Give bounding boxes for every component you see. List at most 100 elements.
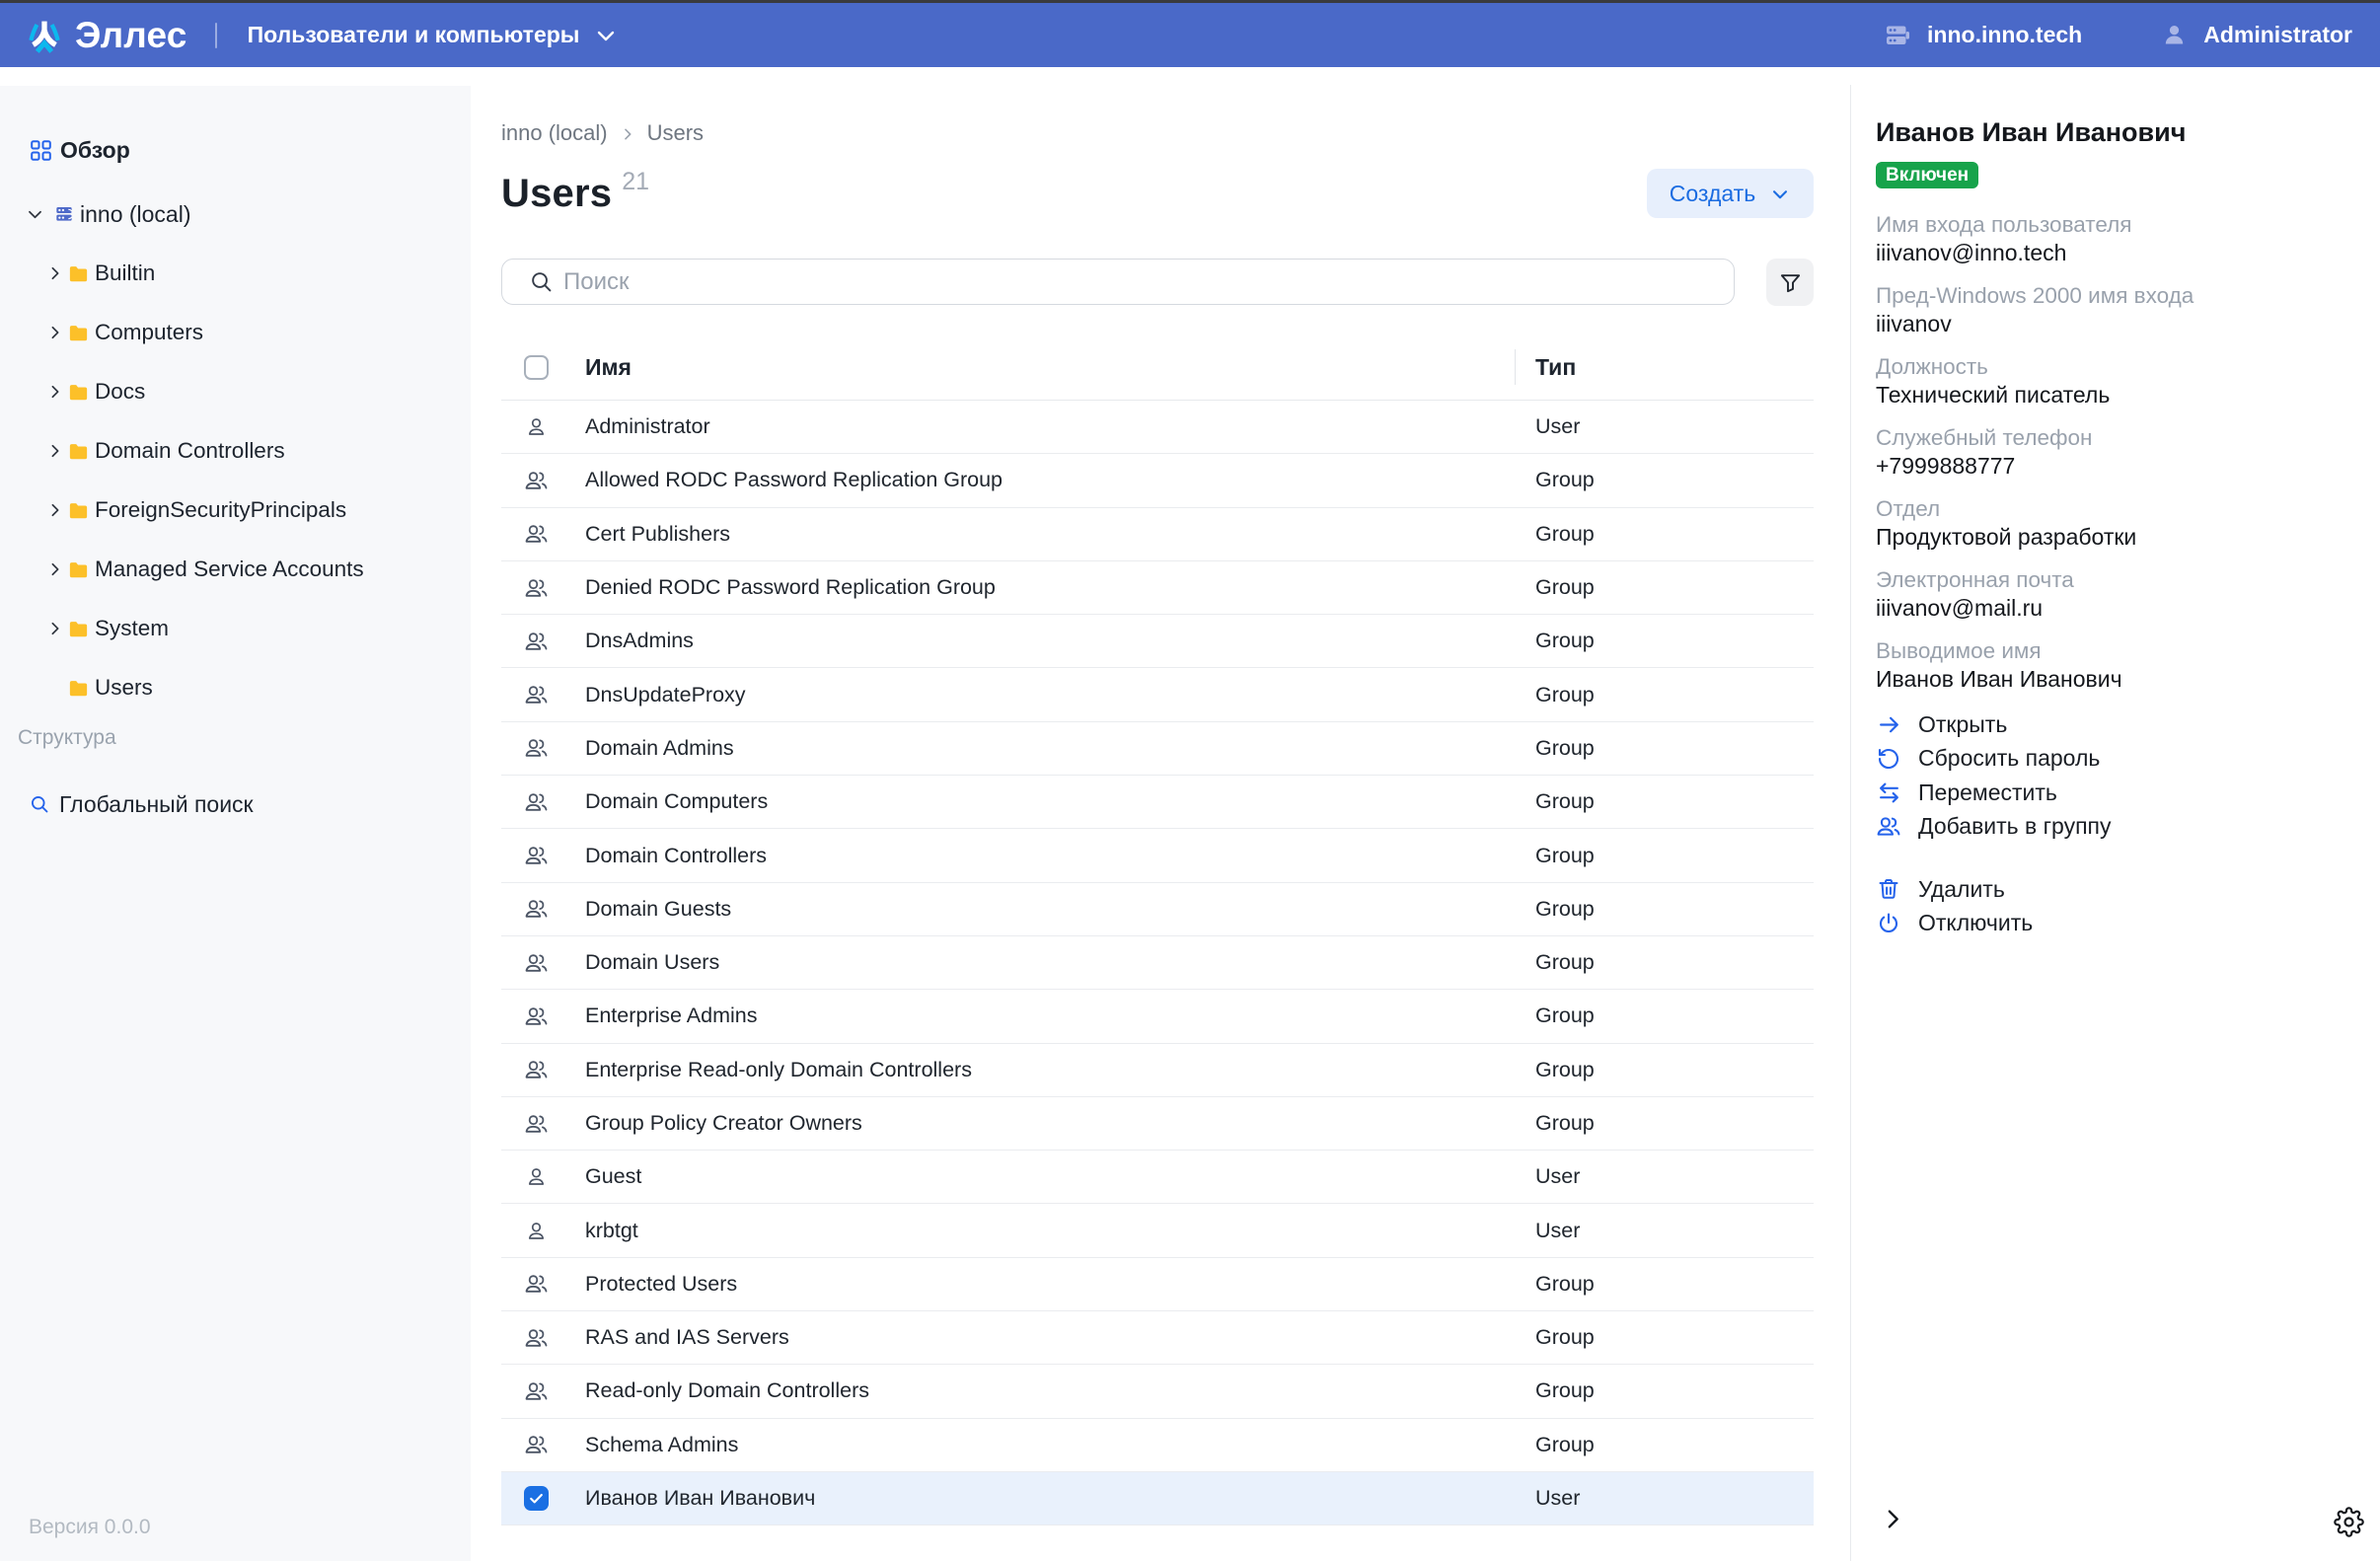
tree-item-builtin[interactable]: Builtin	[0, 252, 471, 295]
field-value: iiivanov	[1876, 310, 2360, 338]
table-row[interactable]: Domain GuestsGroup	[501, 883, 1814, 936]
action-label: Переместить	[1918, 780, 2057, 806]
select-all-checkbox[interactable]	[524, 355, 549, 380]
group-icon	[524, 1326, 549, 1350]
row-type: Group	[1515, 629, 1814, 653]
action-label: Открыть	[1918, 711, 2007, 738]
sidebar-item-global-search[interactable]: Глобальный поиск	[0, 782, 471, 826]
chevron-down-icon	[1769, 184, 1791, 205]
sidebar-item-overview[interactable]: Обзор	[0, 128, 471, 172]
table-row[interactable]: Иванов Иван ИвановичUser	[501, 1472, 1814, 1525]
table-row[interactable]: krbtgtUser	[501, 1204, 1814, 1257]
field-value: iiivanov@inno.tech	[1876, 239, 2360, 267]
create-button[interactable]: Создать	[1647, 169, 1814, 218]
domain-indicator[interactable]: inno.inno.tech	[1886, 22, 2082, 48]
structure-section-label: Структура	[0, 725, 471, 751]
row-name: DnsAdmins	[585, 629, 1515, 653]
tree-item-label: Docs	[95, 379, 145, 405]
chevron-right-icon[interactable]	[46, 560, 64, 578]
row-checkbox-checked[interactable]	[524, 1486, 549, 1511]
action-arrow-right[interactable]: Открыть	[1876, 707, 2360, 742]
tree-item-computers[interactable]: Computers	[0, 311, 471, 354]
field-value: Технический писатель	[1876, 381, 2360, 409]
action-power[interactable]: Отключить	[1876, 907, 2360, 941]
row-name: Domain Guests	[585, 897, 1515, 922]
row-name: Read-only Domain Controllers	[585, 1378, 1515, 1403]
group-icon	[524, 1379, 549, 1403]
row-name: Domain Admins	[585, 736, 1515, 761]
breadcrumb-current[interactable]: Users	[647, 120, 704, 146]
search-input[interactable]	[501, 259, 1735, 305]
tree-item-docs[interactable]: Docs	[0, 370, 471, 413]
table-row[interactable]: GuestUser	[501, 1151, 1814, 1204]
chevron-right-icon[interactable]	[46, 501, 64, 519]
chevron-right-icon[interactable]	[46, 442, 64, 460]
chevron-right-icon[interactable]	[46, 383, 64, 401]
tree-item-domain-controllers[interactable]: Domain Controllers	[0, 429, 471, 473]
tree-item-managed-service-accounts[interactable]: Managed Service Accounts	[0, 548, 471, 591]
group-icon	[524, 736, 549, 760]
group-icon	[524, 630, 549, 653]
version-label: Версия 0.0.0	[29, 1516, 151, 1539]
table-row[interactable]: Group Policy Creator OwnersGroup	[501, 1097, 1814, 1151]
search-icon	[530, 270, 553, 293]
trash-icon	[1876, 877, 1901, 901]
action-user-plus[interactable]: Добавить в группу	[1876, 810, 2360, 845]
tree-item-foreignsecurityprincipals[interactable]: ForeignSecurityPrincipals	[0, 488, 471, 532]
field-value: +7999888777	[1876, 452, 2360, 481]
action-trash[interactable]: Удалить	[1876, 872, 2360, 907]
column-header-type[interactable]: Тип	[1515, 354, 1814, 381]
settings-gear-icon[interactable]	[2334, 1507, 2364, 1537]
row-name: Enterprise Read-only Domain Controllers	[585, 1058, 1515, 1082]
user-menu[interactable]: Administrator	[2162, 22, 2352, 48]
table-row[interactable]: DnsAdminsGroup	[501, 615, 1814, 668]
table-row[interactable]: Read-only Domain ControllersGroup	[501, 1365, 1814, 1418]
row-name: Domain Computers	[585, 789, 1515, 814]
filter-button[interactable]	[1766, 259, 1814, 306]
table-row[interactable]: Enterprise Read-only Domain ControllersG…	[501, 1044, 1814, 1097]
chevron-right-icon[interactable]	[46, 324, 64, 341]
table-row[interactable]: AdministratorUser	[501, 401, 1814, 454]
field-label: Электронная почта	[1876, 565, 2360, 594]
row-type: Group	[1515, 789, 1814, 814]
table-row[interactable]: Denied RODC Password Replication GroupGr…	[501, 561, 1814, 615]
table-row[interactable]: Enterprise AdminsGroup	[501, 990, 1814, 1043]
tree-root-domain[interactable]: inno (local)	[0, 192, 471, 236]
tree-item-system[interactable]: System	[0, 607, 471, 650]
table-row[interactable]: Domain UsersGroup	[501, 936, 1814, 990]
table-row[interactable]: DnsUpdateProxyGroup	[501, 668, 1814, 721]
field-label: Отдел	[1876, 494, 2360, 523]
details-field: Выводимое имяИванов Иван Иванович	[1876, 636, 2360, 694]
table-row[interactable]: Schema AdminsGroup	[501, 1419, 1814, 1472]
row-type: Group	[1515, 522, 1814, 547]
table-row[interactable]: Cert PublishersGroup	[501, 508, 1814, 561]
chevron-right-icon[interactable]	[46, 264, 64, 282]
field-label: Пред-Windows 2000 имя входа	[1876, 281, 2360, 310]
table-row[interactable]: Domain AdminsGroup	[501, 722, 1814, 776]
module-switcher[interactable]: Пользователи и компьютеры	[248, 22, 619, 48]
row-name: Enterprise Admins	[585, 1004, 1515, 1028]
details-field: Пред-Windows 2000 имя входаiiivanov	[1876, 281, 2360, 338]
table-row[interactable]: Protected UsersGroup	[501, 1258, 1814, 1311]
group-icon	[524, 951, 549, 975]
search-icon	[30, 794, 49, 814]
column-header-name[interactable]: Имя	[585, 354, 1515, 381]
tree-item-label: System	[95, 616, 169, 641]
chevron-down-icon[interactable]	[26, 205, 44, 224]
details-field: Имя входа пользователяiiivanov@inno.tech	[1876, 210, 2360, 267]
breadcrumb-parent[interactable]: inno (local)	[501, 120, 608, 146]
panel-collapse-button[interactable]	[1881, 1507, 1905, 1531]
tree-item-users[interactable]: Users	[0, 666, 471, 709]
app-logo-text: Эллес	[75, 15, 187, 56]
table-row[interactable]: Allowed RODC Password Replication GroupG…	[501, 454, 1814, 507]
user-icon	[525, 1165, 548, 1188]
row-name: Domain Users	[585, 950, 1515, 975]
action-rotate-ccw[interactable]: Сбросить пароль	[1876, 742, 2360, 777]
table-row[interactable]: Domain ControllersGroup	[501, 829, 1814, 882]
action-swap-arrows[interactable]: Переместить	[1876, 776, 2360, 810]
group-icon	[524, 683, 549, 706]
table-row[interactable]: RAS and IAS ServersGroup	[501, 1311, 1814, 1365]
chevron-right-icon[interactable]	[46, 620, 64, 637]
table-row[interactable]: Domain ComputersGroup	[501, 776, 1814, 829]
action-label: Сбросить пароль	[1918, 745, 2100, 772]
